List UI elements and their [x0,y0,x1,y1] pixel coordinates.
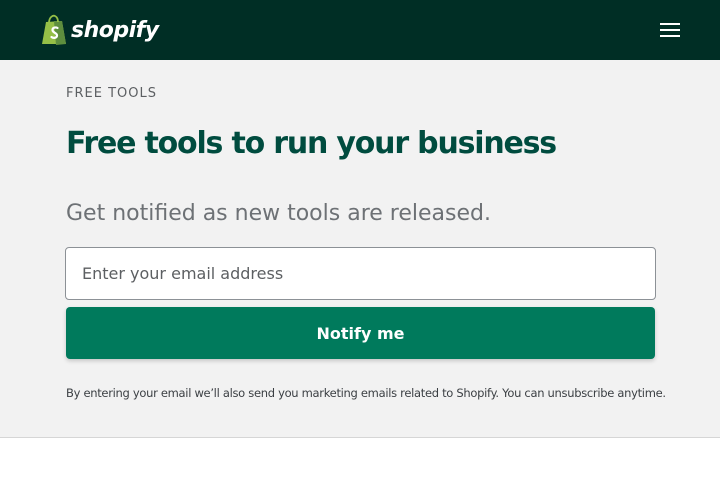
page-title: Free tools to run your business [66,126,557,161]
email-field[interactable] [65,247,656,300]
logo-wordmark: shopify [71,17,159,43]
section-eyebrow: FREE TOOLS [66,86,157,101]
hamburger-menu-icon [660,23,680,37]
marketing-disclaimer: By entering your email we’ll also send y… [66,386,666,400]
newsletter-hero-section: FREE TOOLS Free tools to run your busine… [0,60,720,438]
top-navigation-bar: shopify [0,0,720,60]
shopify-logo-link[interactable]: shopify [40,14,159,46]
shopify-bag-icon [42,14,66,45]
menu-button[interactable] [656,18,684,42]
page-subtitle: Get notified as new tools are released. [66,201,491,226]
notify-me-button[interactable]: Notify me [66,307,655,359]
